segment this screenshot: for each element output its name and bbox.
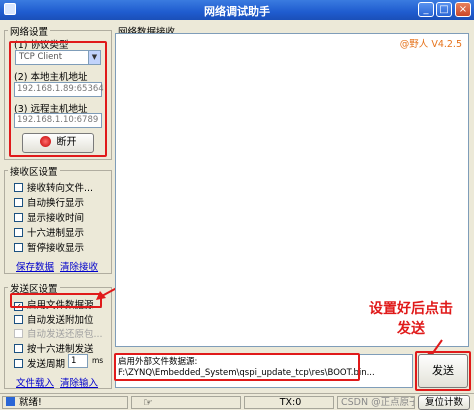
highlight-send-button-box [415,351,471,391]
option-label: 自动换行显示 [27,198,85,209]
network-settings-legend: 网络设置 [8,24,51,38]
save-data-link[interactable]: 保存数据 [16,259,54,273]
highlight-file-source-box [10,293,102,308]
checkbox [14,329,23,338]
clear-receive-link[interactable]: 清除接收 [60,259,98,273]
file-load-link[interactable]: 文件载入 [16,375,54,389]
minimize-button[interactable]: _ [418,2,434,17]
checkbox[interactable] [14,243,23,252]
send-option-restore: 自动发送还原包... [14,326,103,340]
clear-input-link[interactable]: 清除输入 [60,375,98,389]
version-label: @野人 V4.2.5 [399,39,462,50]
highlight-network-box [9,41,107,157]
send-option-hex[interactable]: 按十六进制发送 [14,341,94,355]
window-title: 网络调试助手 [204,5,270,18]
title-bar: 网络调试助手 _ □ × [0,0,474,20]
period-unit: ms [92,356,104,365]
recv-option-pause[interactable]: 暂停接收显示 [14,240,85,254]
checkbox[interactable] [14,359,23,368]
recv-option-to-file[interactable]: 接收转向文件... [14,180,94,194]
checkbox[interactable] [14,183,23,192]
receive-settings-legend: 接收区设置 [8,164,60,178]
status-ready: 就绪! [2,396,128,409]
checkbox[interactable] [14,315,23,324]
checkbox[interactable] [14,344,23,353]
status-icon [6,397,15,406]
checkbox[interactable] [14,228,23,237]
watermark: CSDN @正点原子 [337,396,415,409]
close-button[interactable]: × [455,2,471,17]
recv-option-hex[interactable]: 十六进制显示 [14,225,85,239]
period-label: 发送周期 [27,359,66,370]
status-ready-text: 就绪! [19,397,42,408]
checkbox[interactable] [14,198,23,207]
option-label: 自动发送附加位 [27,315,94,326]
option-label: 显示接收时间 [27,213,85,224]
annotation-text: 设置好后点击 发送 [369,301,453,337]
status-bar: 就绪! ☞ TX:0 CSDN @正点原子 复位计数 [0,393,474,410]
maximize-button[interactable]: □ [436,2,452,17]
checkbox[interactable] [14,213,23,222]
option-label: 自动发送还原包... [27,329,103,340]
option-label: 十六进制显示 [27,228,85,239]
option-label: 暂停接收显示 [27,243,85,254]
status-cell-2: ☞ [131,396,241,409]
send-period-row: 发送周期 [14,356,66,370]
recv-option-time[interactable]: 显示接收时间 [14,210,85,224]
reset-count-button[interactable]: 复位计数 [418,395,470,410]
recv-option-wrap[interactable]: 自动换行显示 [14,195,85,209]
highlight-send-area-box [114,353,360,381]
app-window: 网络调试助手 _ □ × 网络设置 (1) 协议类型 TCP Client ▼ … [0,0,474,410]
option-label: 接收转向文件... [27,183,94,194]
send-option-append[interactable]: 自动发送附加位 [14,312,94,326]
send-period-input[interactable]: 1 [68,354,88,368]
hand-icon: ☞ [143,396,153,409]
tx-counter: TX:0 [244,396,334,409]
